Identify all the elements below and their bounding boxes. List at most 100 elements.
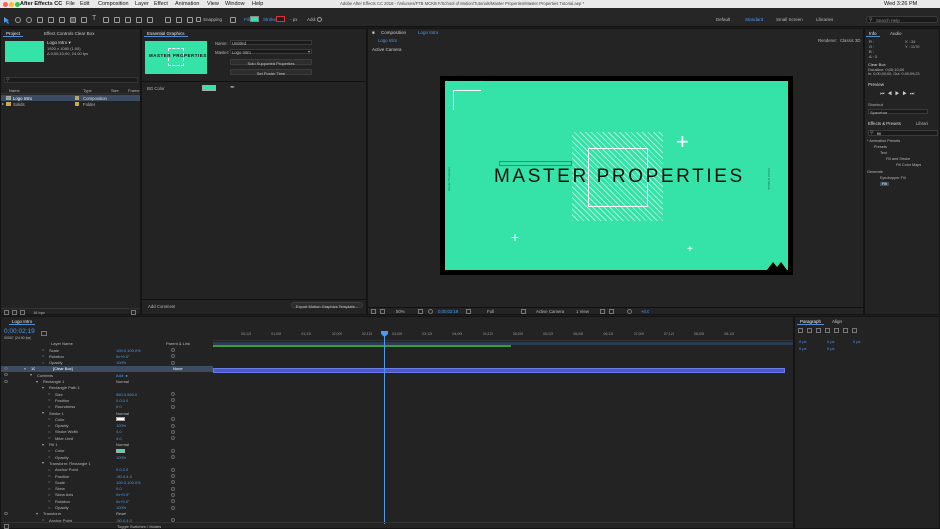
minimize-window-icon[interactable] — [9, 1, 14, 7]
pick-whip-icon[interactable] — [171, 467, 175, 472]
expand-arrow-icon[interactable]: ▾ — [42, 410, 44, 415]
resolution-dropdown[interactable]: Full — [487, 309, 494, 314]
color-swatch[interactable] — [116, 417, 125, 422]
tab-effect-controls[interactable]: Effect Controls Clear Box — [41, 29, 97, 37]
puppet-tool-icon[interactable] — [147, 17, 153, 23]
viewer-timecode[interactable]: 0;00;02;19 — [438, 309, 458, 314]
stopwatch-icon[interactable]: ○ — [48, 473, 50, 478]
add-shape-icon[interactable] — [317, 17, 322, 22]
property-row[interactable]: ○ Position 0.0,0.0 — [1, 397, 213, 403]
column-parent[interactable]: Parent & Link — [166, 341, 190, 346]
workspace-standard[interactable]: Standard — [745, 17, 763, 22]
render-region-icon[interactable] — [380, 309, 385, 314]
justify-left-icon[interactable] — [825, 328, 830, 333]
views-dropdown[interactable]: 1 View — [576, 309, 589, 314]
prev-frame-icon[interactable]: ◀ — [888, 91, 895, 97]
tab-align[interactable]: Align — [829, 317, 845, 325]
property-value[interactable]: 100.0,100.0% — [116, 348, 141, 353]
tab-effects-presets[interactable]: Effects & Presets — [868, 121, 901, 126]
next-frame-icon[interactable]: ▶ — [902, 91, 909, 97]
pick-whip-icon[interactable] — [171, 486, 175, 491]
property-row[interactable]: ○ Color — [1, 448, 213, 454]
visibility-eye-icon[interactable] — [4, 379, 8, 383]
tree-presets[interactable]: Presets — [874, 145, 887, 149]
viewer-tab-name[interactable]: Logo Intro — [418, 30, 438, 35]
snapping-checkbox[interactable] — [196, 17, 201, 22]
rectangle-tool-icon[interactable] — [70, 17, 76, 23]
stopwatch-icon[interactable]: ○ — [42, 360, 44, 365]
viewer-breadcrumb[interactable]: Logo Intro — [378, 38, 397, 43]
property-row[interactable]: ○ Anchor Point 0.0,0.0 — [1, 467, 213, 473]
parent-dropdown[interactable]: None — [173, 366, 183, 371]
property-value[interactable]: 0x+0.0° — [116, 499, 130, 504]
local-axis-icon[interactable] — [165, 17, 171, 23]
playback-controls[interactable]: ⏮◀▶▶⏭ — [880, 91, 930, 97]
stopwatch-icon[interactable]: ○ — [48, 397, 50, 402]
add-comment-button[interactable]: Add Comment — [148, 304, 175, 309]
tab-audio[interactable]: Audio — [887, 29, 905, 37]
tab-info[interactable]: Info — [866, 29, 880, 37]
eraser-tool-icon[interactable] — [125, 17, 131, 23]
blend-mode-dropdown[interactable]: Normal — [116, 442, 129, 447]
column-frame[interactable]: Frame — [128, 88, 140, 93]
align-right-icon[interactable] — [816, 328, 821, 333]
justify-all-icon[interactable] — [852, 328, 857, 333]
pick-whip-icon[interactable] — [171, 480, 175, 485]
expand-arrow-icon[interactable]: ▾ — [42, 442, 44, 447]
tab-libraries[interactable]: Librari — [916, 121, 928, 126]
column-layer-name[interactable]: Layer Name — [51, 341, 73, 346]
pick-whip-icon[interactable] — [171, 455, 175, 460]
property-row[interactable]: ▾ Fill 1 Normal — [1, 442, 213, 448]
stroke-width[interactable]: - px — [290, 17, 298, 22]
property-row[interactable]: ○ Position -50.0,4.0 — [1, 473, 213, 479]
zoom-dropdown[interactable]: 50% — [396, 309, 405, 314]
stopwatch-icon[interactable]: ○ — [48, 448, 50, 453]
property-value[interactable]: 0.0 — [116, 486, 122, 491]
tree-eyedropper-fill[interactable]: Eyedropper Fill — [880, 176, 906, 180]
menu-help[interactable]: Help — [252, 1, 263, 7]
expand-arrow-icon[interactable]: ▾ — [42, 385, 44, 390]
pick-whip-icon[interactable] — [171, 474, 175, 478]
menu-animation[interactable]: Animation — [175, 1, 199, 7]
column-type[interactable]: Type — [83, 88, 92, 93]
pick-whip-icon[interactable] — [171, 429, 175, 434]
property-value[interactable]: 0x+0.0° — [116, 492, 130, 497]
expand-arrow-icon[interactable]: ▸ — [2, 101, 4, 106]
grid-icon[interactable] — [418, 309, 423, 314]
exposure-reset-icon[interactable] — [627, 309, 632, 314]
world-axis-icon[interactable] — [176, 17, 182, 23]
pick-whip-icon[interactable] — [171, 360, 175, 365]
rotate-tool-icon[interactable] — [37, 17, 43, 23]
stopwatch-icon[interactable]: ○ — [48, 416, 50, 421]
app-menu[interactable]: After Effects CC — [20, 1, 62, 7]
eyedropper-icon[interactable]: ✒ — [230, 84, 235, 91]
menu-file[interactable]: File — [66, 1, 75, 7]
clear-box-layer-bar[interactable] — [213, 368, 785, 373]
roto-brush-tool-icon[interactable] — [136, 17, 142, 23]
tree-generate[interactable]: Generate — [867, 170, 883, 174]
stopwatch-icon[interactable]: ○ — [48, 454, 50, 459]
interpret-footage-icon[interactable] — [4, 310, 9, 315]
bit-depth[interactable]: 16 bpc — [33, 310, 45, 315]
master-dropdown[interactable]: Logo Intro ▾ — [230, 49, 312, 55]
playhead-handle[interactable] — [381, 331, 388, 337]
align-left-icon[interactable] — [798, 328, 803, 333]
property-row[interactable]: ▾ Rectangle Path 1 — [1, 385, 213, 391]
pick-whip-icon[interactable] — [171, 354, 175, 359]
menu-layer[interactable]: Layer — [135, 1, 149, 7]
property-row[interactable]: ○ Rotation 0x+0.0° — [1, 353, 213, 359]
flowchart-icon[interactable] — [609, 309, 614, 314]
name-field[interactable]: Untitled — [230, 40, 312, 46]
property-value[interactable]: 0.0,0.0 — [116, 398, 128, 403]
playhead[interactable] — [384, 331, 385, 524]
property-value[interactable]: 4.0 — [116, 436, 122, 441]
bg-color-label[interactable]: BG Color — [147, 86, 165, 91]
expand-arrow-icon[interactable]: ▾ — [24, 366, 26, 371]
property-value[interactable]: Add: ● — [116, 373, 128, 378]
property-value[interactable]: Reset — [116, 511, 126, 516]
stopwatch-icon[interactable]: ○ — [48, 467, 50, 472]
property-value[interactable]: 100% — [116, 423, 126, 428]
property-row[interactable]: ○ Skew 0.0 — [1, 486, 213, 492]
comp-canvas[interactable]: MASTER PROPERTIES + + + Master Propertie… — [445, 81, 788, 270]
workspace-default[interactable]: Default — [716, 17, 730, 22]
